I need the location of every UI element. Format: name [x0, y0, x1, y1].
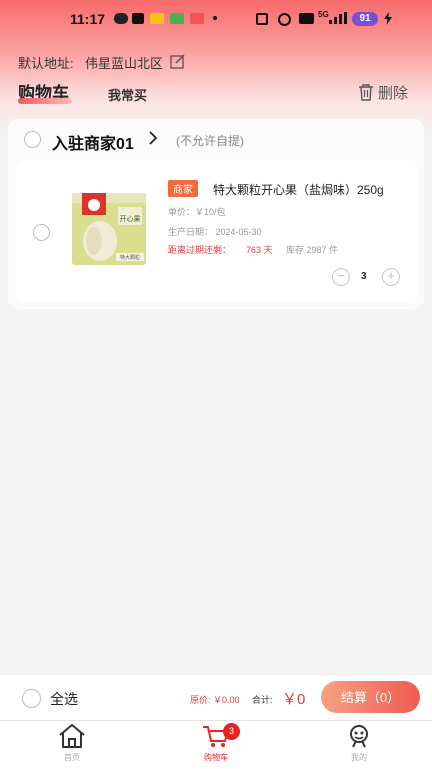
nav-cart-label: 购物车	[204, 753, 228, 762]
shop-name[interactable]: 入驻商家01	[52, 130, 134, 154]
network-label: 5G	[318, 10, 329, 19]
delete-label: 删除	[378, 85, 409, 102]
nav-mine-label: 我的	[351, 753, 367, 762]
charging-icon	[384, 12, 392, 25]
nav-home[interactable]	[42, 723, 102, 754]
alarm-icon	[278, 13, 291, 26]
active-tab-indicator	[18, 98, 72, 104]
profile-icon	[350, 725, 368, 748]
nav-home-label: 首页	[64, 753, 80, 762]
shop-checkbox[interactable]	[24, 131, 41, 148]
delete-button[interactable]: 删除	[358, 82, 408, 103]
notification-icon	[190, 13, 204, 24]
edit-icon[interactable]	[170, 54, 186, 69]
total-value: ￥0	[282, 691, 306, 708]
select-all-checkbox[interactable]	[22, 689, 41, 708]
unit-price: 单价：￥10/包	[168, 207, 226, 217]
product-name[interactable]: 特大颗粒开心果（盐焗味）250g	[213, 181, 384, 198]
select-all-label[interactable]: 全选	[50, 689, 78, 709]
expiry-label: 距离过期还剩：	[168, 245, 232, 255]
meituan-icon	[150, 13, 164, 24]
expiry-value: 763 天	[246, 245, 273, 255]
wechat-icon	[114, 13, 128, 24]
stock-count: 库存 2987 件	[286, 245, 339, 255]
cart-count-badge: 3	[223, 723, 240, 740]
package-sub: 特大颗粒	[120, 254, 140, 261]
total-label: 合计:	[252, 695, 273, 705]
hd-icon	[299, 13, 314, 24]
chevron-right-icon[interactable]	[148, 130, 158, 146]
item-checkbox[interactable]	[33, 224, 50, 241]
increase-quantity-button[interactable]: +	[382, 268, 400, 286]
production-date: 生产日期： 2024-05-30	[168, 227, 262, 237]
status-bar: 11:17 5G 91	[0, 8, 432, 30]
home-icon	[59, 724, 85, 748]
status-time: 11:17	[70, 11, 106, 27]
quantity-value[interactable]: 3	[361, 271, 367, 282]
product-image[interactable]: 开心果 特大颗粒	[72, 193, 146, 265]
nav-mine[interactable]	[329, 723, 389, 754]
shop-note: (不允许自提)	[176, 134, 244, 148]
address-label: 默认地址:	[18, 56, 74, 71]
message-icon	[170, 13, 184, 24]
battery-indicator: 91	[352, 12, 378, 26]
nfc-icon	[256, 13, 268, 25]
checkout-button[interactable]: 结算（0）	[321, 681, 420, 713]
trash-icon	[359, 84, 373, 101]
merchant-badge: 商家	[168, 180, 198, 197]
tab-frequent[interactable]: 我常买	[108, 85, 147, 104]
original-price: 原价: ￥0.00	[190, 695, 240, 705]
package-label: 开心果	[120, 215, 141, 223]
signal-icon	[329, 12, 347, 24]
decrease-quantity-button[interactable]: −	[332, 268, 350, 286]
app-icon	[132, 13, 144, 24]
dot-icon	[213, 16, 217, 20]
address-value[interactable]: 伟星蓝山北区	[85, 53, 163, 72]
